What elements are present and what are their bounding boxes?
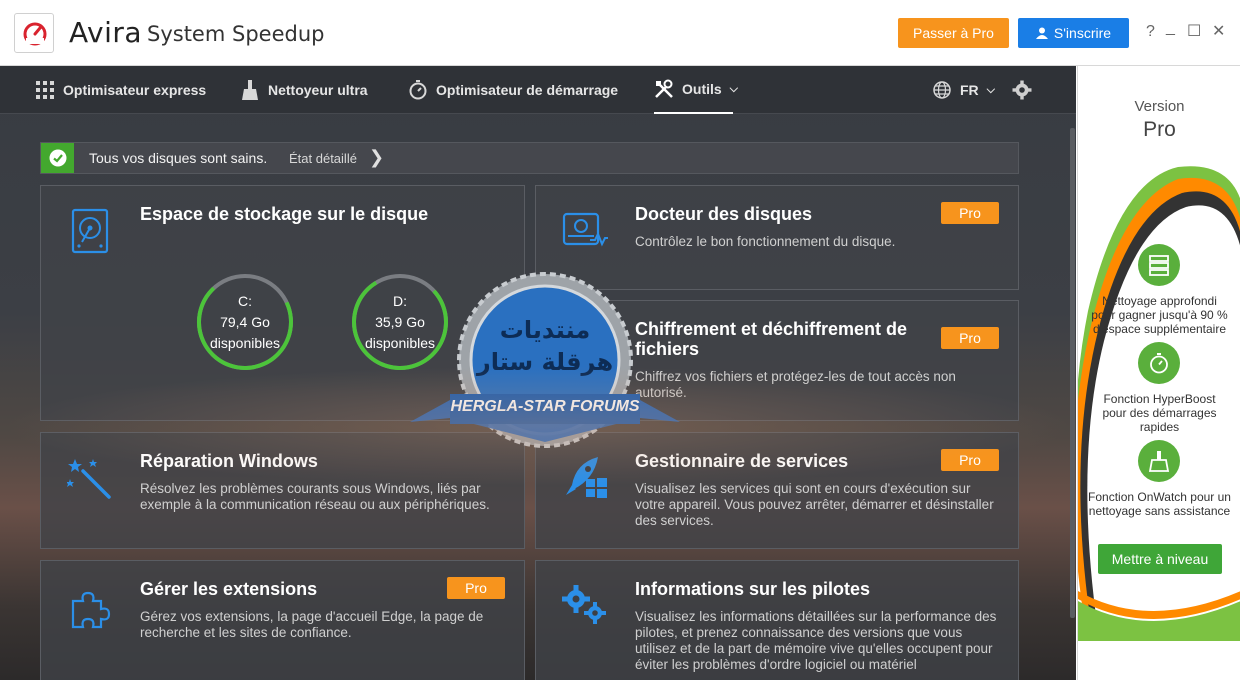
stopwatch-icon (408, 80, 428, 100)
product-name: System Speedup (147, 22, 325, 46)
broom-icon (1138, 440, 1180, 482)
feature-line: d'espace supplémentaire (1092, 322, 1227, 336)
server-clean-icon (1138, 244, 1180, 286)
puzzle-piece-icon (69, 587, 113, 636)
feature-deep-clean: Nettoyage approfondi pour gagner jusqu'à… (1082, 294, 1237, 336)
feature-onwatch: Fonction OnWatch pour un nettoyage sans … (1082, 490, 1237, 518)
card-description: Visualisez les services qui sont en cour… (635, 481, 994, 528)
watermark-arabic-line1: منتديات (499, 316, 591, 344)
close-button[interactable]: ✕ (1212, 22, 1225, 42)
gear-icon (1012, 80, 1032, 100)
watermark-arabic-line2: هرقلة ستار (476, 348, 614, 376)
disk-health-status: Tous vos disques sont sains. État détail… (40, 142, 1019, 174)
globe-icon (932, 80, 952, 100)
card-description: Gérez vos extensions, la page d'accueil … (140, 609, 484, 640)
feature-line: nettoyage sans assistance (1088, 504, 1231, 518)
feature-line: Nettoyage approfondi (1102, 294, 1217, 308)
card-title: Espace de stockage sur le disque (140, 204, 429, 224)
disk-letter: D: (393, 292, 407, 309)
feature-line: Fonction OnWatch pour un (1088, 490, 1231, 504)
pro-promo-panel: Version Pro Nettoyage approfondi pour ga… (1077, 66, 1240, 680)
upgrade-button[interactable]: Mettre à niveau (1098, 544, 1222, 574)
pro-badge: Pro (941, 449, 999, 471)
signup-button[interactable]: S'inscrire (1018, 18, 1129, 48)
feature-line: Fonction HyperBoost (1103, 392, 1216, 406)
brand-name: Avira (69, 16, 143, 49)
pro-badge: Pro (447, 577, 505, 599)
grid-icon (35, 80, 55, 100)
chevron-down-icon: ⌵ (986, 83, 996, 96)
hard-drive-icon (71, 208, 109, 259)
avira-umbrella-icon (23, 22, 47, 46)
promo-pro-label: Pro (1143, 118, 1176, 141)
help-button[interactable]: ? (1146, 22, 1155, 42)
disk-doctor-icon (562, 210, 608, 253)
nav-startup-optimizer[interactable]: Optimisateur de démarrage (408, 66, 618, 114)
card-title: Gestionnaire de services (635, 451, 849, 471)
scrollbar[interactable] (1070, 128, 1075, 618)
nav-bar: Optimisateur express Nettoyeur ultra Opt… (0, 66, 1076, 114)
nav-express-optimizer[interactable]: Optimisateur express (35, 66, 206, 114)
language-selector[interactable]: FR ⌵ (932, 66, 995, 114)
gears-icon (562, 585, 608, 630)
card-title: Informations sur les pilotes (635, 579, 871, 599)
main-panel: Optimisateur express Nettoyeur ultra Opt… (0, 66, 1076, 680)
avira-logo (14, 13, 54, 53)
user-icon (1035, 27, 1048, 39)
disk-caption: disponibles (209, 334, 281, 351)
nav-label: Optimisateur de démarrage (436, 82, 619, 98)
nav-label: Nettoyeur ultra (268, 82, 368, 98)
magic-wand-icon (66, 457, 113, 504)
card-extension-manager[interactable]: Gérer les extensions Gérez vos extension… (40, 560, 525, 680)
feature-line: pour gagner jusqu'à 90 % (1091, 308, 1228, 322)
card-title: Chiffrement et déchiffrement de fichiers (635, 319, 908, 359)
nav-label: Optimisateur express (63, 82, 207, 98)
minimize-button[interactable]: _ (1166, 18, 1175, 38)
feature-line: pour des démarrages rapides (1102, 406, 1217, 434)
upgrade-pro-button[interactable]: Passer à Pro (898, 18, 1009, 48)
card-description: Résolvez les problèmes courants sous Win… (140, 481, 490, 512)
card-description: Chiffrez vos fichiers et protégez-les de… (635, 369, 956, 400)
chevron-down-icon: ⌵ (729, 82, 739, 95)
nav-tools[interactable]: Outils ⌵ (654, 66, 738, 114)
card-description: Visualisez les informations détaillées s… (635, 609, 997, 672)
disk-free-space: 79,4 Go (220, 313, 270, 330)
promo-version-label: Version (1134, 98, 1185, 115)
pro-badge: Pro (941, 202, 999, 224)
status-text: Tous vos disques sont sains. (89, 150, 268, 166)
language-label: FR (960, 82, 979, 98)
card-title: Docteur des disques (635, 204, 813, 224)
disk-gauge-c[interactable]: C: 79,4 Go disponibles (195, 272, 295, 372)
tools-icon (654, 79, 674, 99)
title-bar: Avira System Speedup Passer à Pro S'insc… (0, 0, 1240, 66)
card-description: Contrôlez le bon fonctionnement du disqu… (635, 234, 896, 249)
card-driver-info[interactable]: Informations sur les pilotes Visualisez … (535, 560, 1019, 680)
card-title: Gérer les extensions (140, 579, 318, 599)
pro-badge: Pro (941, 327, 999, 349)
watermark-ribbon-text: HERGLA-STAR FORUMS (450, 398, 640, 415)
disk-letter: C: (238, 292, 252, 309)
detailed-status-link[interactable]: État détaillé (289, 151, 357, 166)
feature-hyperboost: Fonction HyperBoost pour des démarrages … (1082, 392, 1237, 434)
check-circle-icon (41, 143, 74, 173)
broom-icon (240, 80, 260, 100)
nav-ultra-cleaner[interactable]: Nettoyeur ultra (240, 66, 368, 114)
stopwatch-icon (1138, 342, 1180, 384)
chevron-right-icon[interactable]: ❯ (369, 147, 384, 168)
settings-button[interactable] (1012, 66, 1032, 114)
nav-label: Outils (682, 81, 722, 97)
forum-watermark: منتديات هرقلة ستار HERGLA-STAR FORUMS (410, 272, 680, 472)
signup-label: S'inscrire (1053, 25, 1112, 41)
maximize-button[interactable]: ☐ (1187, 22, 1201, 42)
